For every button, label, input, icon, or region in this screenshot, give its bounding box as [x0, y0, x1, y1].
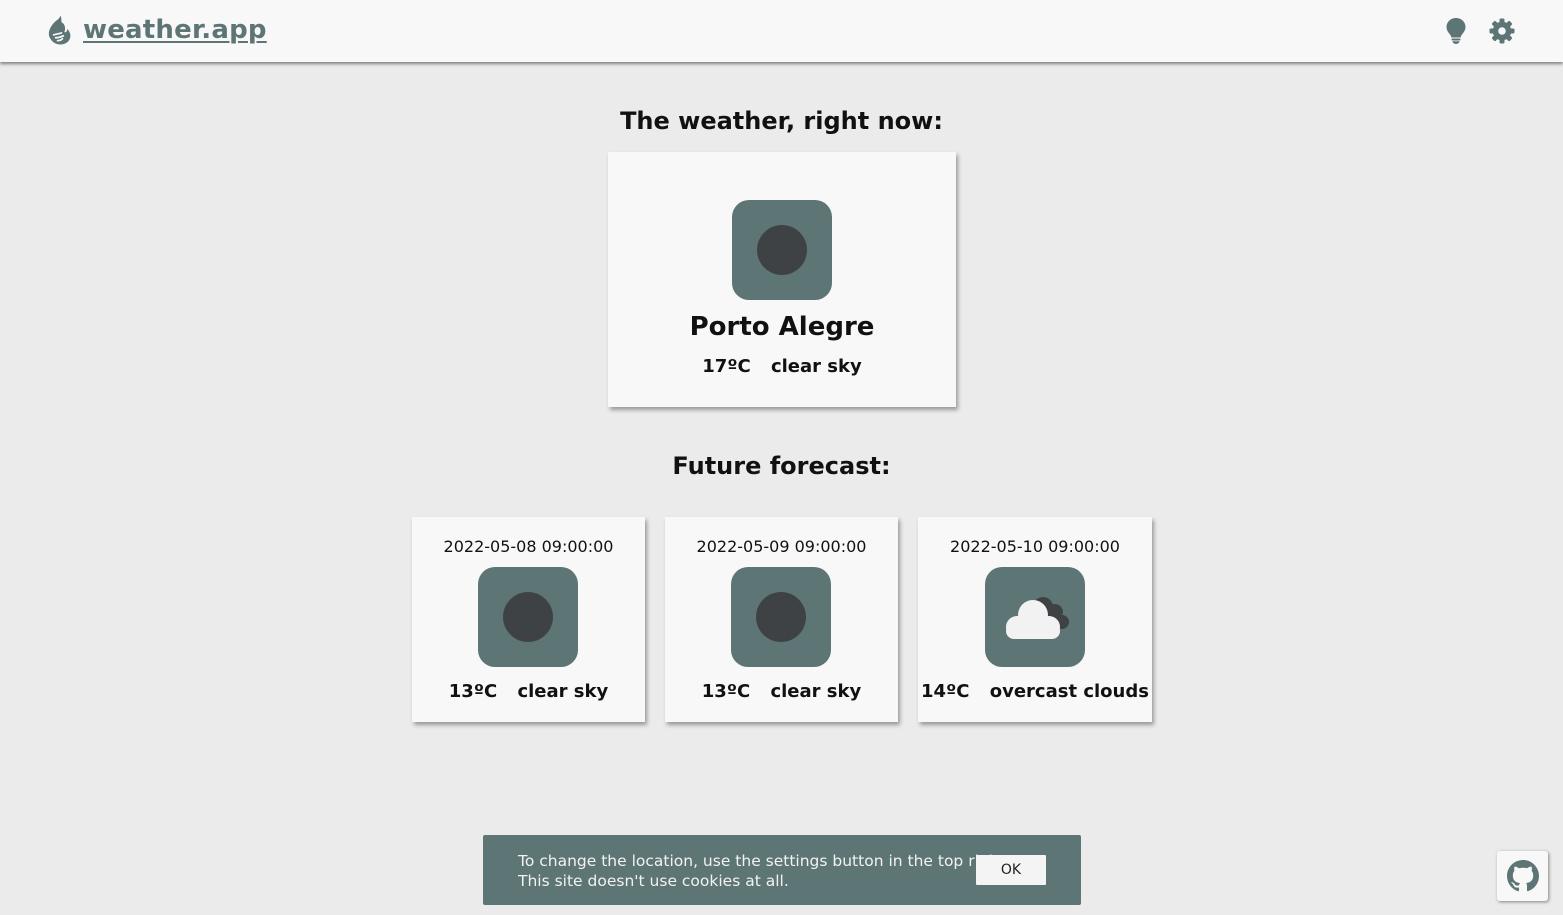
gear-icon — [1489, 18, 1515, 44]
current-temperature: 17ºC — [702, 356, 751, 377]
forecast-description: clear sky — [770, 681, 862, 702]
forecast-card: 2022-05-08 09:00:00 13ºC clear sky — [412, 517, 645, 722]
forecast-datetime: 2022-05-09 09:00:00 — [696, 537, 867, 556]
current-description: clear sky — [770, 356, 862, 377]
theme-toggle-button[interactable] — [1443, 17, 1469, 45]
forecast-description: overcast clouds — [989, 681, 1149, 702]
notice-line: To change the location, use the settings… — [518, 852, 1010, 870]
current-weather-card: Porto Alegre 17ºC clear sky — [608, 152, 956, 407]
flame-wind-icon — [48, 15, 71, 45]
forecast-conditions: 14ºC overcast clouds — [918, 681, 1152, 702]
forecast-temperature: 14ºC — [921, 681, 970, 702]
forecast-conditions: 13ºC clear sky — [412, 681, 645, 702]
forecast-card: 2022-05-09 09:00:00 13ºC clear sky — [665, 517, 898, 722]
forecast-title: Future forecast: — [672, 452, 891, 480]
github-link[interactable] — [1497, 851, 1548, 901]
sun-shape — [756, 592, 806, 642]
city-name: Porto Alegre — [689, 312, 875, 342]
notice-text: To change the location, use the settings… — [518, 851, 1010, 891]
notice-line: This site doesn't use cookies at all. — [518, 872, 789, 890]
clear-sky-icon — [731, 567, 831, 667]
sun-shape — [757, 225, 807, 275]
forecast-temperature: 13ºC — [701, 681, 751, 702]
github-icon — [1506, 860, 1539, 892]
forecast-card: 2022-05-10 09:00:00 14ºC overcast clouds — [918, 517, 1152, 722]
forecast-temperature: 13ºC — [448, 681, 498, 702]
settings-button[interactable] — [1489, 17, 1515, 45]
forecast-conditions: 13ºC clear sky — [665, 681, 898, 702]
forecast-description: clear sky — [517, 681, 609, 702]
clear-sky-icon — [732, 200, 832, 300]
current-weather-title: The weather, right now: — [620, 107, 943, 135]
sun-shape — [503, 592, 553, 642]
brand-link[interactable]: weather.app — [44, 14, 267, 46]
current-conditions: 17ºC clear sky — [608, 356, 956, 377]
ok-button[interactable]: OK — [976, 855, 1046, 885]
clear-sky-icon — [478, 567, 578, 667]
lightbulb-icon — [1446, 18, 1466, 44]
top-bar: weather.app — [0, 0, 1563, 62]
cloud-shape — [1006, 597, 1069, 639]
forecast-datetime: 2022-05-08 09:00:00 — [443, 537, 614, 556]
header-actions — [1443, 17, 1515, 45]
forecast-datetime: 2022-05-10 09:00:00 — [950, 537, 1120, 556]
overcast-clouds-icon — [985, 567, 1085, 667]
brand-name: weather.app — [83, 15, 267, 45]
info-notice: To change the location, use the settings… — [483, 835, 1081, 905]
